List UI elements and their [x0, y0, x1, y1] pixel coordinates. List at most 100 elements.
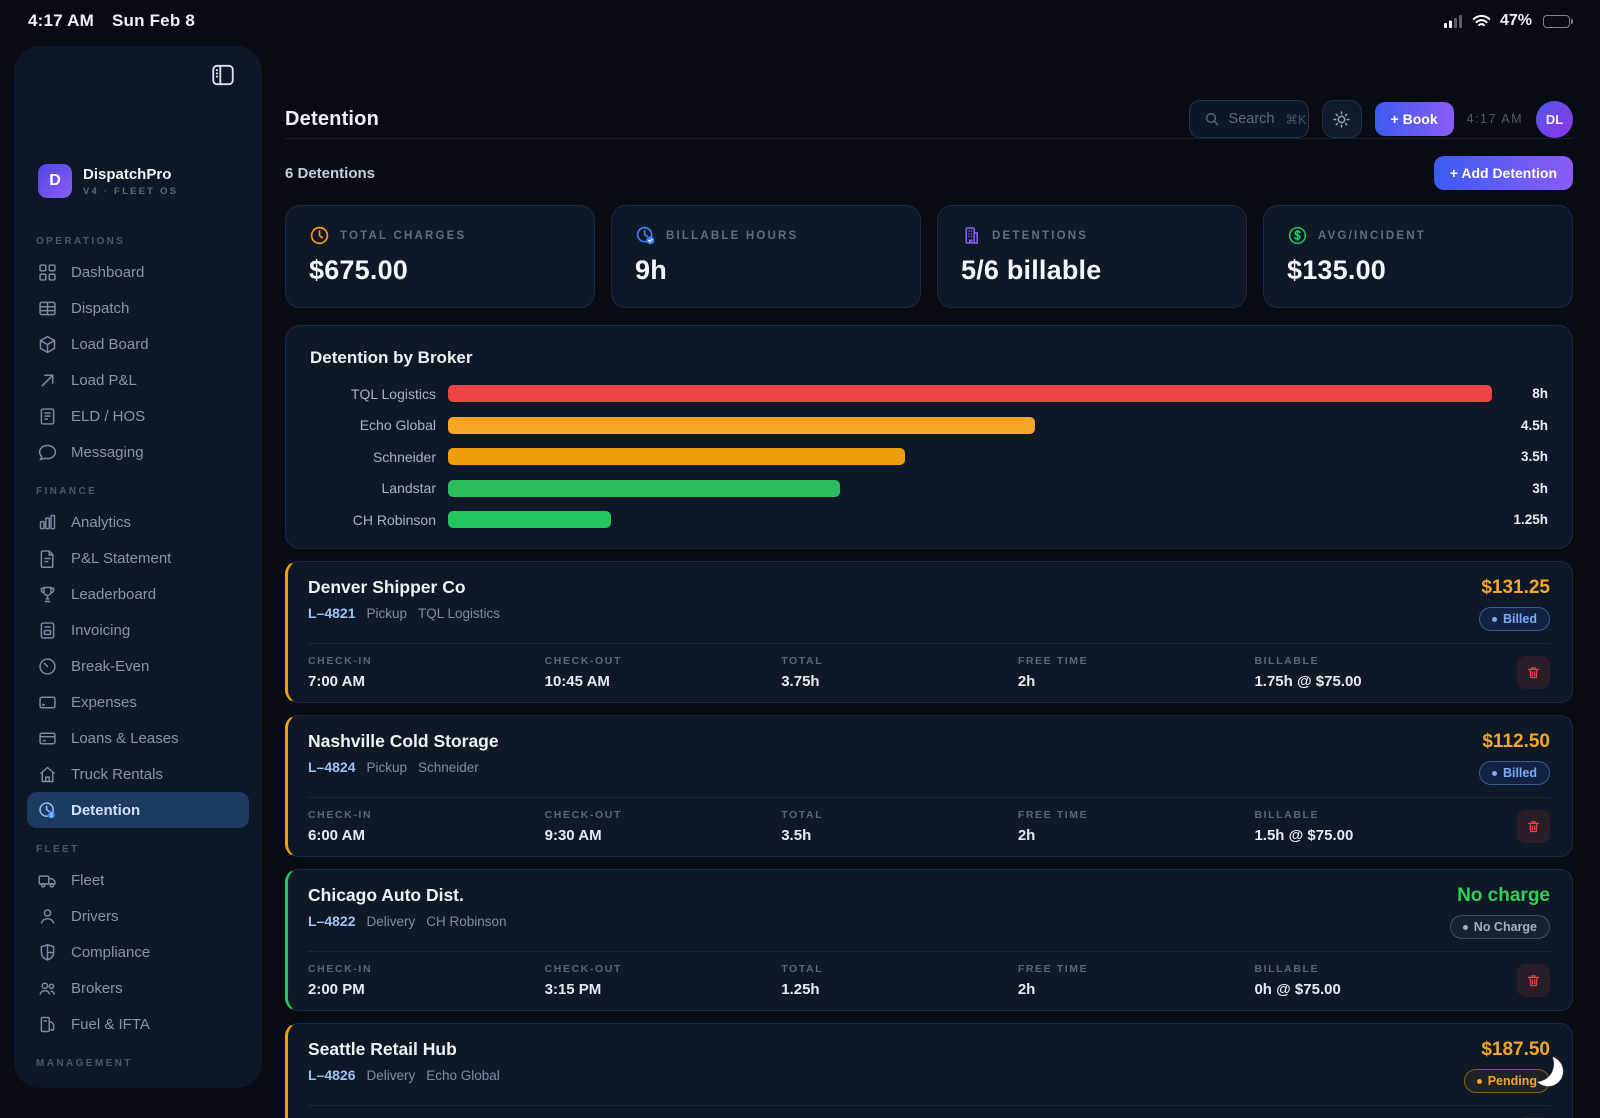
sidebar: D DispatchPro V4 · FLEET OS OPERATIONS D…: [14, 46, 262, 1088]
sidebar-item-loans-leases[interactable]: Loans & Leases: [27, 720, 249, 756]
delete-detention-button[interactable]: [1517, 810, 1550, 843]
check-in-label: CHECK-IN: [308, 963, 545, 975]
book-button[interactable]: + Book: [1375, 102, 1454, 136]
sidebar-item-fleet[interactable]: Fleet: [27, 862, 249, 898]
status-badge: Billed: [1479, 761, 1550, 785]
sidebar-item-label: Fleet: [71, 872, 104, 889]
sidebar-item-load-board[interactable]: Load Board: [27, 326, 249, 362]
sidebar-item-label: ELD / HOS: [71, 408, 145, 425]
total-value: 3.75h: [781, 673, 1018, 690]
stat-label: DETENTIONS: [992, 230, 1088, 242]
chart-bar-track: [448, 385, 1492, 402]
sidebar-item-break-even[interactable]: Break-Even: [27, 648, 249, 684]
main-content: Detention Search ⌘K + Book 4:17 AM DL 6 …: [262, 42, 1600, 1118]
detention-amount: $187.50: [1464, 1039, 1550, 1061]
brand-subtitle: V4 · FLEET OS: [83, 186, 178, 197]
trend-arrow-icon: [37, 370, 58, 391]
sun-icon: [1332, 110, 1351, 129]
check-out-label: CHECK-OUT: [545, 655, 782, 667]
billable-label: BILLABLE: [1254, 655, 1510, 667]
sidebar-item-label: Maintenance: [71, 1086, 157, 1089]
sidebar-item-invoicing[interactable]: Invoicing: [27, 612, 249, 648]
trash-icon: [1526, 665, 1541, 680]
sidebar-item-expenses[interactable]: Expenses: [27, 684, 249, 720]
sidebar-item-fuel-ifta[interactable]: Fuel & IFTA: [27, 1006, 249, 1042]
status-time: 4:17 AM: [28, 11, 94, 31]
sidebar-item-detention[interactable]: ! Detention: [27, 792, 249, 828]
chat-bubble-icon: [37, 442, 58, 463]
stat-value: 9h: [635, 255, 897, 286]
check-out-label: CHECK-OUT: [545, 809, 782, 821]
detention-amount: No charge: [1450, 885, 1550, 907]
stat-card-avg-incident: AVG/INCIDENT $135.00: [1263, 205, 1573, 308]
sidebar-item-analytics[interactable]: Analytics: [27, 504, 249, 540]
broker-name: CH Robinson: [426, 914, 506, 929]
wrench-icon: [37, 1084, 58, 1089]
chart-category-label: Echo Global: [310, 417, 448, 433]
sidebar-item-dashboard[interactable]: Dashboard: [27, 254, 249, 290]
sidebar-item-load-pl[interactable]: Load P&L: [27, 362, 249, 398]
free-time-label: FREE TIME: [1018, 655, 1255, 667]
sidebar-item-label: P&L Statement: [71, 550, 171, 567]
avatar[interactable]: DL: [1536, 101, 1573, 138]
chart-value-label: 1.25h: [1492, 512, 1548, 527]
chart-bar: [448, 417, 1035, 434]
sidebar-item-leaderboard[interactable]: Leaderboard: [27, 576, 249, 612]
search-icon: [1204, 111, 1220, 127]
list-toolbar: 6 Detentions + Add Detention: [285, 156, 1573, 190]
chart-value-label: 8h: [1492, 386, 1548, 401]
chart-category-label: CH Robinson: [310, 512, 448, 528]
sidebar-item-dispatch[interactable]: Dispatch: [27, 290, 249, 326]
add-detention-button[interactable]: + Add Detention: [1434, 156, 1573, 190]
chart-bar-track: [448, 511, 1492, 528]
detention-card: Nashville Cold Storage L–4824 Pickup Sch…: [285, 715, 1573, 857]
sidebar-item-drivers[interactable]: Drivers: [27, 898, 249, 934]
sidebar-nav: OPERATIONS Dashboard Dispatch Load Board…: [14, 198, 262, 1088]
credit-card-icon: [37, 728, 58, 749]
load-number: L–4821: [308, 605, 355, 621]
detention-count: 6 Detentions: [285, 165, 375, 182]
stat-value: $675.00: [309, 255, 571, 286]
person-icon: [37, 906, 58, 927]
shipper-name: Chicago Auto Dist.: [308, 885, 507, 906]
theme-toggle-button[interactable]: [1322, 100, 1362, 138]
stat-value: $135.00: [1287, 255, 1549, 286]
detention-card: Denver Shipper Co L–4821 Pickup TQL Logi…: [285, 561, 1573, 703]
sidebar-item-label: Expenses: [71, 694, 137, 711]
sidebar-item-maintenance[interactable]: Maintenance: [27, 1076, 249, 1088]
sidebar-item-pl-statement[interactable]: P&L Statement: [27, 540, 249, 576]
broker-name: Schneider: [418, 760, 479, 775]
page-title: Detention: [285, 108, 379, 131]
sidebar-item-eld-hos[interactable]: ELD / HOS: [27, 398, 249, 434]
billable-label: BILLABLE: [1254, 809, 1510, 821]
check-out-value: 3:15 PM: [545, 981, 782, 998]
stat-card-detentions: DETENTIONS 5/6 billable: [937, 205, 1247, 308]
chart-row: CH Robinson 1.25h: [310, 511, 1548, 528]
broker-name: Echo Global: [426, 1068, 500, 1083]
shipper-name: Nashville Cold Storage: [308, 731, 499, 752]
broker-name: TQL Logistics: [418, 606, 500, 621]
search-input[interactable]: Search ⌘K: [1189, 100, 1309, 138]
load-number: L–4824: [308, 759, 355, 775]
sidebar-collapse-icon[interactable]: [206, 58, 240, 92]
sidebar-item-messaging[interactable]: Messaging: [27, 434, 249, 470]
invoice-card-icon: [37, 620, 58, 641]
free-time-label: FREE TIME: [1018, 963, 1255, 975]
sidebar-item-truck-rentals[interactable]: Truck Rentals: [27, 756, 249, 792]
sidebar-item-label: Brokers: [71, 980, 123, 997]
delete-detention-button[interactable]: [1517, 964, 1550, 997]
sidebar-item-compliance[interactable]: Compliance: [27, 934, 249, 970]
sidebar-item-label: Invoicing: [71, 622, 130, 639]
delete-detention-button[interactable]: [1517, 656, 1550, 689]
page-header: Detention Search ⌘K + Book 4:17 AM DL: [285, 42, 1573, 139]
stat-card-total-charges: TOTAL CHARGES $675.00: [285, 205, 595, 308]
detention-by-broker-chart: Detention by Broker TQL Logistics 8h Ech…: [285, 325, 1573, 549]
box-icon: [37, 334, 58, 355]
chart-value-label: 3.5h: [1492, 449, 1548, 464]
shipper-name: Seattle Retail Hub: [308, 1039, 500, 1060]
fuel-pump-icon: [37, 1014, 58, 1035]
sidebar-item-brokers[interactable]: Brokers: [27, 970, 249, 1006]
chart-bar-track: [448, 417, 1492, 434]
truck-icon: [37, 870, 58, 891]
sidebar-item-label: Messaging: [71, 444, 144, 461]
